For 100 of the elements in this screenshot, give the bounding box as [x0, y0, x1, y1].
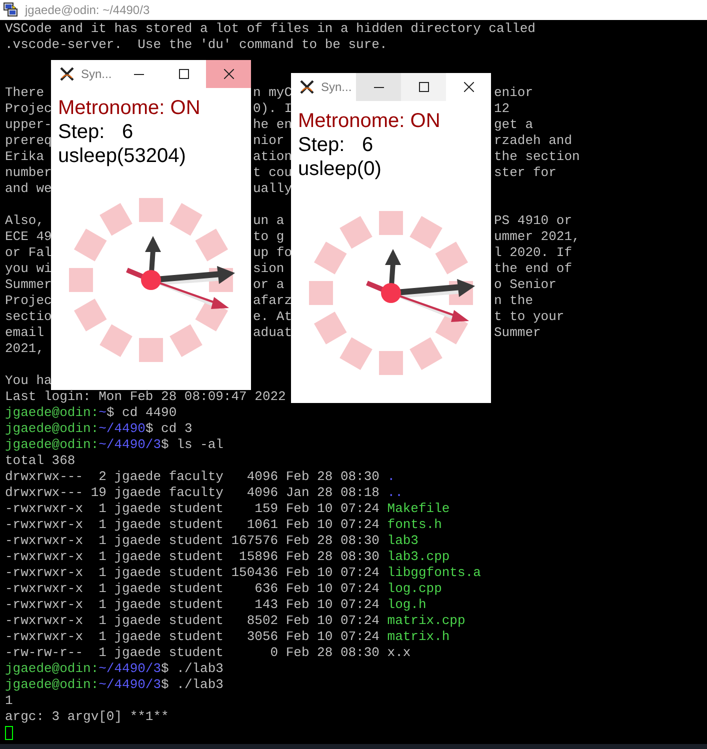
- file-details: -rw-rw-r-- 1 jgaede student 0 Feb 28 08:30: [5, 645, 380, 661]
- prompt-path: ~/4490: [98, 421, 146, 437]
- file-details: -rwxrwxr-x 1 jgaede student 8502 Feb 10 07:24: [5, 613, 380, 629]
- terminal-text: up fo: [252, 245, 291, 261]
- terminal-text: PS 4910 or: [493, 213, 574, 229]
- file-name: lab3: [387, 533, 418, 549]
- prompt-path: ~/4490/3: [98, 661, 162, 677]
- terminal-text: Summer: [5, 277, 52, 293]
- prompt-user: jgaede@odin:: [5, 405, 99, 421]
- command-text: $ ls -al: [161, 437, 224, 453]
- file-name: lab3.cpp: [387, 549, 450, 565]
- file-details: drwxrwx--- 2 jgaede faculty 4096 Feb 28 08:30: [5, 469, 380, 485]
- step-value: 6: [362, 133, 374, 157]
- terminal-line: VSCode and it has stored a lot of files in a hidden directory called: [5, 21, 536, 37]
- terminal-text: prereq: [5, 133, 52, 149]
- maximize-button[interactable]: [401, 73, 446, 101]
- terminal-text: ECE 49: [5, 229, 52, 245]
- terminal-text: 0). I: [252, 101, 291, 117]
- command-text: $ cd 4490: [106, 405, 177, 421]
- terminal-text: ummer 2021,: [493, 229, 581, 245]
- terminal-text: rzadeh and: [493, 133, 574, 149]
- terminal-line: Last login: Mon Feb 28 08:09:47 2022: [5, 389, 286, 405]
- prompt-user: jgaede@odin:: [5, 437, 99, 453]
- command-text: $ ./lab3: [161, 661, 224, 677]
- file-details: -rwxrwxr-x 1 jgaede student 167576 Feb 28 08:30: [5, 533, 380, 549]
- terminal-text: o Senior: [493, 277, 558, 293]
- terminal-text: 12: [493, 101, 511, 117]
- terminal-text: afarz: [252, 293, 291, 309]
- prompt-path: ~/4490/3: [98, 437, 162, 453]
- terminal-text: and we: [5, 181, 52, 197]
- terminal-text: or a: [252, 277, 286, 293]
- terminal-text: ster for: [493, 165, 558, 181]
- prompt-user: jgaede@odin:: [5, 677, 99, 693]
- file-details: drwxrwx--- 19 jgaede faculty 4096 Jan 28 08:18: [5, 485, 380, 501]
- terminal-text: There: [5, 85, 46, 101]
- terminal-text: t cou: [252, 165, 291, 181]
- window-title: Syn...: [81, 67, 112, 81]
- step-label: Step:: [58, 120, 106, 144]
- terminal-text: sectio: [5, 309, 52, 325]
- maximize-icon: [178, 69, 188, 79]
- terminal-text: the section: [493, 149, 581, 165]
- maximize-icon: [418, 82, 428, 92]
- window-title: Syn...: [321, 80, 352, 94]
- usleep-value: usleep(0): [298, 157, 382, 181]
- step-label: Step:: [298, 133, 346, 157]
- terminal-text: Projec: [5, 293, 52, 309]
- terminal-text: You ha: [5, 373, 52, 389]
- terminal-text: aduat: [252, 325, 291, 341]
- x-logo-icon: [299, 79, 315, 95]
- text-cursor: [5, 726, 13, 740]
- command-text: $ cd 3: [145, 421, 192, 437]
- terminal-text: n the: [493, 293, 534, 309]
- close-button[interactable]: [206, 60, 251, 88]
- terminal-line: 1: [5, 693, 13, 709]
- step-value: 6: [122, 120, 134, 144]
- prompt-user: jgaede@odin:: [5, 661, 99, 677]
- terminal-text: get a: [493, 117, 534, 133]
- terminal-text: enior: [493, 85, 534, 101]
- terminal-text: un a: [252, 213, 286, 229]
- file-name: log.cpp: [387, 581, 442, 597]
- terminal-line: .vscode-server. Use the 'du' command to be sure.: [5, 37, 388, 53]
- terminal-text: 2021,: [5, 341, 46, 357]
- terminal-text: nior: [252, 133, 286, 149]
- file-details: -rwxrwxr-x 1 jgaede student 150436 Feb 10 07:24: [5, 565, 380, 581]
- metronome-status: Metronome: ON: [58, 96, 202, 120]
- terminal-text: ually: [252, 181, 291, 197]
- prompt-user: jgaede@odin:: [5, 421, 99, 437]
- file-name: x.x: [387, 645, 411, 661]
- close-icon: [224, 69, 234, 79]
- terminal-text: Projec: [5, 101, 52, 117]
- terminal-text: Erika: [5, 149, 46, 165]
- metronome-status: Metronome: ON: [298, 109, 442, 133]
- terminal-text: email: [5, 325, 46, 341]
- terminal-title: jgaede@odin: ~/4490/3: [25, 3, 150, 17]
- file-name: matrix.cpp: [387, 613, 466, 629]
- file-name: .: [387, 469, 396, 485]
- terminal-text: t to your: [493, 309, 566, 325]
- terminal-text: he en: [252, 117, 291, 133]
- terminal-text: e. At: [252, 309, 291, 325]
- terminal-text: ation: [252, 149, 291, 165]
- file-name: Makefile: [387, 501, 450, 517]
- file-details: -rwxrwxr-x 1 jgaede student 15896 Feb 28 08:30: [5, 549, 380, 565]
- terminal-text: to g: [252, 229, 286, 245]
- file-details: -rwxrwxr-x 1 jgaede student 143 Feb 10 07:24: [5, 597, 380, 613]
- prompt-path: ~/4490/3: [98, 677, 162, 693]
- terminal-text: upper-: [5, 117, 52, 133]
- terminal-text: Summer: [493, 325, 542, 341]
- file-name: log.h: [387, 597, 426, 613]
- terminal-text: number: [5, 165, 52, 181]
- file-name: fonts.h: [387, 517, 442, 533]
- terminal-text: Also,: [5, 213, 46, 229]
- usleep-value: usleep(53204): [58, 144, 187, 168]
- terminal-app-icon: [3, 2, 19, 18]
- terminal-text: or Fal: [5, 245, 52, 261]
- file-name: ..: [387, 485, 403, 501]
- terminal-text: you wi: [5, 261, 52, 277]
- file-name: libggfonts.a: [387, 565, 481, 581]
- terminal-text: l 2020. If: [493, 245, 574, 261]
- terminal-line: total 368: [5, 453, 76, 469]
- command-text: $ ./lab3: [161, 677, 224, 693]
